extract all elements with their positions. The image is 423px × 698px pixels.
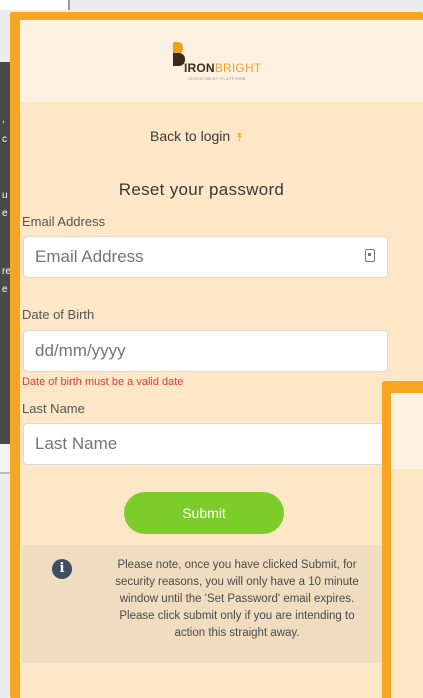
email-label: Email Address (22, 214, 106, 229)
last-name-label: Last Name (22, 401, 85, 416)
page-title: Reset your password (118, 180, 285, 199)
background-text-fragment: , (2, 114, 5, 125)
email-field[interactable] (23, 236, 388, 278)
background-text-fragment: c (2, 134, 7, 145)
back-to-login-link[interactable]: Back to login ⯭ (150, 128, 243, 145)
last-name-field[interactable] (23, 423, 388, 465)
background-text-fragment: e (2, 208, 8, 219)
notice-line: Please click submit only if you are inte… (119, 610, 355, 622)
logo-text-primary: IRON (184, 61, 215, 75)
logo-wordmark: IRONBRIGHT (184, 61, 261, 75)
background-window-edge (0, 0, 70, 10)
logo-text-secondary: BRIGHT (214, 61, 262, 75)
notice-line: window until the 'Set Password' email ex… (119, 593, 355, 605)
card-header: IRONBRIGHT INVESTMENT PLATFORM (20, 20, 423, 102)
background-text-fragment: e (2, 284, 8, 295)
submit-button[interactable]: Submit (124, 492, 284, 534)
notice-box: i Please note, once you have clicked Sub… (22, 545, 388, 663)
ironbright-logo: IRONBRIGHT INVESTMENT PLATFORM (171, 40, 281, 81)
info-icon: i (52, 559, 72, 579)
notice-line: security reasons, you will only have a 1… (115, 576, 359, 588)
notice-line: action this straight away. (174, 627, 300, 639)
id-card-icon (365, 249, 375, 262)
dob-field[interactable] (23, 330, 388, 372)
notice-line: Please note, once you have clicked Submi… (117, 559, 357, 571)
overlay-card-header (391, 393, 423, 469)
notice-text: Please note, once you have clicked Submi… (92, 557, 382, 642)
logo-tagline: INVESTMENT PLATFORM (188, 76, 246, 81)
dob-label: Date of Birth (22, 307, 95, 322)
dob-error-message: Date of birth must be a valid date (22, 376, 184, 388)
back-to-login-label: Back to login (150, 128, 231, 144)
double-chevron-up-icon: ⯭ (236, 130, 244, 144)
